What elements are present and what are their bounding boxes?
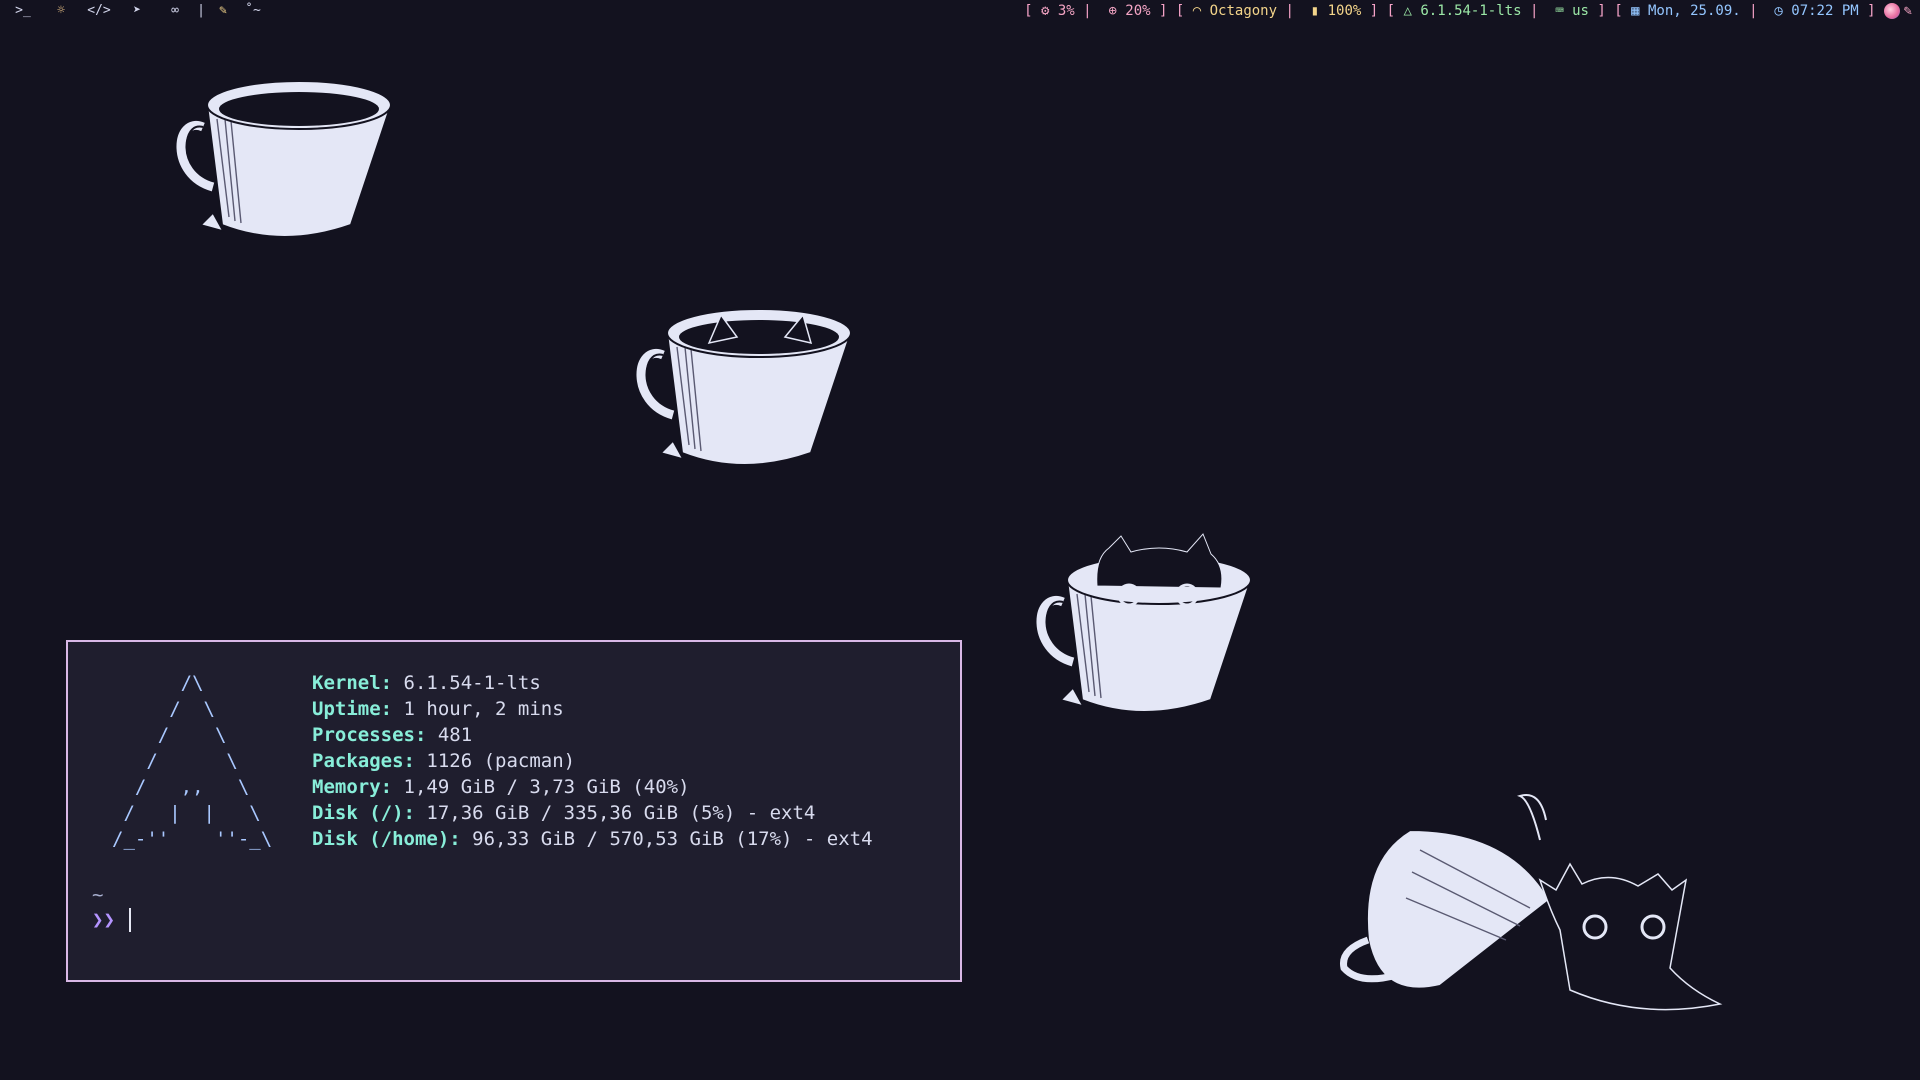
- empty-coffee-cup: [176, 80, 393, 238]
- status-bar: >_ ☼ </> ➤ ∞ | ✎ ˚~ [ ⚙ 3% | ⊕ 20% ] [ ◠…: [0, 0, 1920, 22]
- prompt-symbol: ❯❯: [92, 909, 115, 931]
- terminal-icon[interactable]: >_: [4, 0, 42, 22]
- calendar-icon: ▦: [1631, 3, 1648, 19]
- info-row-processes: Processes: 481: [312, 724, 473, 746]
- cup-with-cat-ears: [636, 308, 853, 466]
- arch-logo: /\ / \ / \ / \ / ,, \ / | | \ /_-'' ''-_…: [112, 672, 273, 850]
- status-modules: [ ⚙ 3% | ⊕ 20% ] [ ◠ Octagony | ▮ 100% ]…: [1024, 0, 1912, 22]
- info-row-packages: Packages: 1126 (pacman): [312, 750, 576, 772]
- terminal-window[interactable]: /\ / \ / \ / \ / ,, \ / | | \ /_-'' ''-_…: [66, 640, 962, 982]
- info-row-disk-home: Disk (/home): 96,33 GiB / 570,53 GiB (17…: [312, 828, 873, 850]
- info-row-uptime: Uptime: 1 hour, 2 mins: [312, 698, 564, 720]
- gamepad-icon[interactable]: ∞: [156, 0, 194, 22]
- pen-icon[interactable]: ✎: [208, 0, 238, 22]
- cat-with-tipped-cup: [1340, 794, 1723, 1011]
- cpu-icon: ⚙: [1041, 3, 1058, 19]
- telegram-icon[interactable]: ➤: [118, 0, 156, 22]
- prompt-line[interactable]: ❯❯: [92, 907, 131, 933]
- cat-peeking-from-cup: [1036, 533, 1253, 713]
- workspace-divider: |: [197, 3, 205, 18]
- clock[interactable]: 07:22 PM: [1791, 0, 1858, 22]
- kernel-version: 6.1.54-1-lts: [1420, 3, 1522, 19]
- code-icon[interactable]: </>: [80, 0, 118, 22]
- system-info: Kernel: 6.1.54-1-lts Uptime: 1 hour, 2 m…: [312, 670, 873, 852]
- notification-icon[interactable]: ✎: [1904, 0, 1912, 22]
- wifi-network[interactable]: Octagony: [1210, 0, 1277, 22]
- current-directory: ~: [92, 884, 104, 906]
- linux-icon: △: [1403, 3, 1421, 19]
- avatar[interactable]: [1883, 3, 1900, 19]
- info-row-memory: Memory: 1,49 GiB / 3,73 GiB (40%): [312, 776, 690, 798]
- wifi-icon: ◠: [1192, 3, 1210, 19]
- keyboard-icon: ⌨: [1555, 3, 1573, 19]
- battery-level[interactable]: 100%: [1328, 0, 1362, 22]
- memory-icon: ⊕: [1108, 3, 1126, 19]
- clock-icon: ◷: [1774, 3, 1792, 19]
- cpu-usage[interactable]: 3%: [1058, 0, 1075, 22]
- firefox-icon[interactable]: ☼: [42, 0, 80, 22]
- battery-icon: ▮: [1310, 3, 1328, 19]
- keyboard-layout[interactable]: us: [1572, 0, 1589, 22]
- date[interactable]: Mon, 25.09.: [1648, 0, 1741, 22]
- workspace-list: >_ ☼ </> ➤ ∞ | ✎ ˚~: [4, 0, 268, 22]
- text-cursor: [128, 908, 131, 932]
- window-title-icon: ˚~: [245, 3, 261, 18]
- info-row-disk-root: Disk (/): 17,36 GiB / 335,36 GiB (5%) - …: [312, 802, 816, 824]
- memory-usage[interactable]: 20%: [1125, 0, 1150, 22]
- info-row-kernel: Kernel: 6.1.54-1-lts: [312, 672, 541, 694]
